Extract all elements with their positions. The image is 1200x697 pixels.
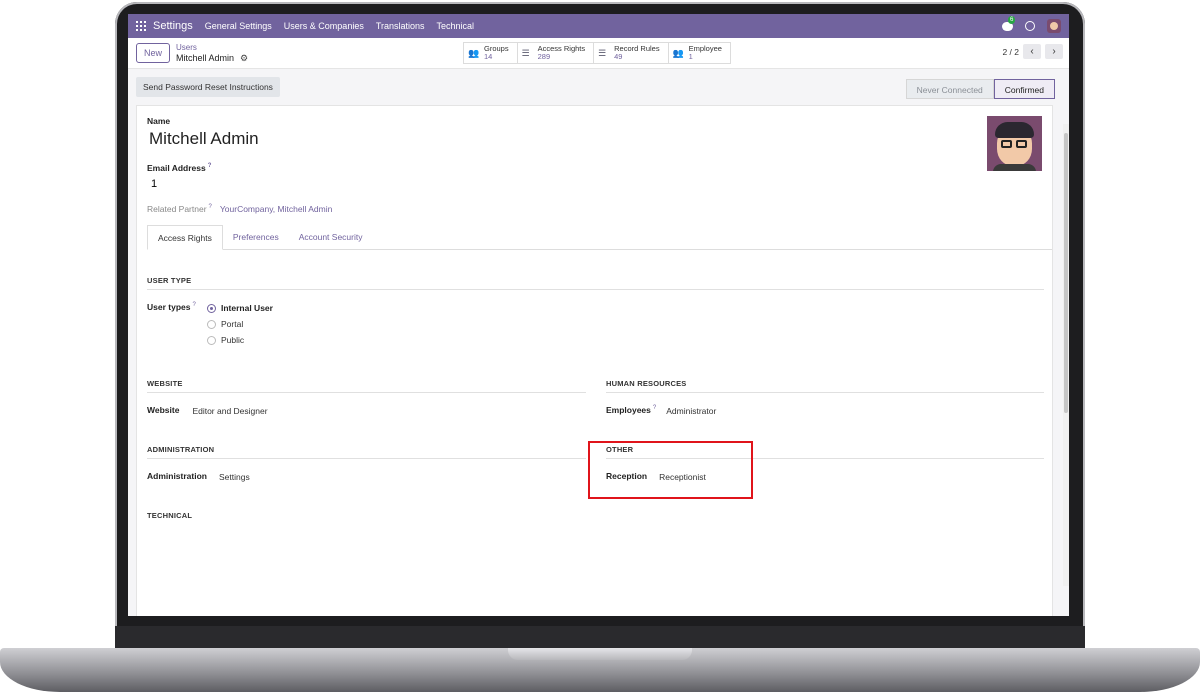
laptop-hinge: [115, 626, 1085, 648]
pager-prev-icon[interactable]: ‹: [1023, 44, 1041, 59]
form-sheet: Name Mitchell Admin Email Address? 1 Rel…: [136, 105, 1053, 616]
name-label: Name: [147, 116, 171, 126]
stage-never-connected[interactable]: Never Connected: [905, 79, 994, 99]
gear-icon[interactable]: ⚙: [240, 53, 248, 63]
nav-technical[interactable]: Technical: [437, 21, 475, 31]
top-navbar: Settings General Settings Users & Compan…: [128, 14, 1069, 38]
apps-menu-icon[interactable]: [136, 21, 146, 31]
help-icon: ?: [652, 405, 657, 411]
tab-access-rights[interactable]: Access Rights: [147, 225, 223, 250]
smart-value: 1: [688, 52, 693, 61]
website-field[interactable]: Editor and Designer: [192, 406, 267, 416]
tab-preferences[interactable]: Preferences: [223, 225, 289, 249]
groups-smart-button[interactable]: 👥 Groups 14: [463, 42, 518, 64]
section-user-type: USER TYPE: [147, 276, 1044, 290]
section-website: WEBSITE: [147, 379, 586, 393]
user-photo[interactable]: [987, 116, 1042, 171]
users-icon: 👥: [672, 47, 684, 58]
list-icon: ☰: [521, 47, 530, 58]
statusbar: Send Password Reset Instructions Never C…: [128, 69, 1069, 105]
related-partner-link[interactable]: YourCompany, Mitchell Admin: [220, 204, 332, 214]
form-tabs: Access Rights Preferences Account Securi…: [147, 225, 1052, 250]
new-button[interactable]: New: [136, 43, 171, 63]
administration-field[interactable]: Settings: [219, 472, 250, 482]
smart-value: 14: [484, 52, 493, 61]
employees-field[interactable]: Administrator: [666, 406, 716, 416]
radio-internal-user[interactable]: Internal User: [207, 300, 273, 316]
smart-buttons: 👥 Groups 14 ☰ Access Rights 289 ☰ Record R…: [463, 42, 731, 64]
user-avatar[interactable]: [1047, 19, 1061, 33]
highlight-box: [588, 441, 753, 499]
pager: 2 / 2 ‹ ›: [1002, 44, 1063, 59]
smart-label: Employee: [688, 44, 722, 53]
tab-account-security[interactable]: Account Security: [289, 225, 373, 249]
administration-label: Administration: [147, 471, 207, 481]
section-administration: ADMINISTRATION: [147, 445, 586, 459]
form-area: Send Password Reset Instructions Never C…: [128, 69, 1069, 616]
screen: Settings General Settings Users & Compan…: [128, 14, 1069, 616]
breadcrumb: Users Mitchell Admin ⚙: [176, 43, 248, 63]
activity-clock-icon[interactable]: [1025, 21, 1035, 31]
send-password-reset-button[interactable]: Send Password Reset Instructions: [136, 77, 280, 97]
record-rules-smart-button[interactable]: ☰ Record Rules 49: [594, 42, 669, 64]
smart-value: 289: [537, 52, 551, 61]
chat-icon[interactable]: 6: [1002, 15, 1016, 31]
smart-value: 49: [614, 52, 623, 61]
section-human-resources: HUMAN RESOURCES: [606, 379, 1044, 393]
section-technical: TECHNICAL: [147, 511, 193, 520]
nav-users-companies[interactable]: Users & Companies: [284, 21, 364, 31]
help-icon: ?: [192, 302, 196, 308]
breadcrumb-users[interactable]: Users: [176, 43, 248, 53]
website-label: Website: [147, 405, 180, 415]
help-icon: ?: [207, 163, 212, 169]
laptop-notch: [508, 648, 692, 660]
stage-confirmed[interactable]: Confirmed: [993, 79, 1055, 99]
email-label: Email Address: [147, 163, 206, 173]
radio-public[interactable]: Public: [207, 332, 273, 348]
user-types-radio: Internal User Portal Public: [207, 300, 273, 348]
access-rights-smart-button[interactable]: ☰ Access Rights 289: [517, 42, 595, 64]
email-field[interactable]: 1: [151, 178, 211, 190]
pager-value: 2 / 2: [1002, 46, 1019, 57]
chat-badge: 6: [1008, 15, 1016, 24]
help-icon: ?: [208, 204, 212, 210]
user-types-label: User types: [147, 302, 191, 312]
employees-label: Employees: [606, 405, 651, 415]
employee-smart-button[interactable]: 👥 Employee 1: [668, 42, 731, 64]
status-pipeline: Never Connected Confirmed: [905, 79, 1055, 99]
partner-label: Related Partner: [147, 204, 207, 214]
nav-brand[interactable]: Settings: [153, 20, 193, 32]
radio-portal[interactable]: Portal: [207, 316, 273, 332]
nav-general-settings[interactable]: General Settings: [205, 21, 272, 31]
list-icon: ☰: [598, 47, 607, 58]
nav-translations[interactable]: Translations: [376, 21, 425, 31]
name-field[interactable]: Mitchell Admin: [149, 129, 259, 149]
breadcrumb-current: Mitchell Admin: [176, 53, 235, 63]
scrollbar-thumb[interactable]: [1064, 133, 1068, 413]
control-panel: New Users Mitchell Admin ⚙ 👥 Groups 14 ☰ …: [128, 38, 1069, 69]
users-icon: 👥: [468, 47, 480, 58]
pager-next-icon[interactable]: ›: [1045, 44, 1063, 59]
